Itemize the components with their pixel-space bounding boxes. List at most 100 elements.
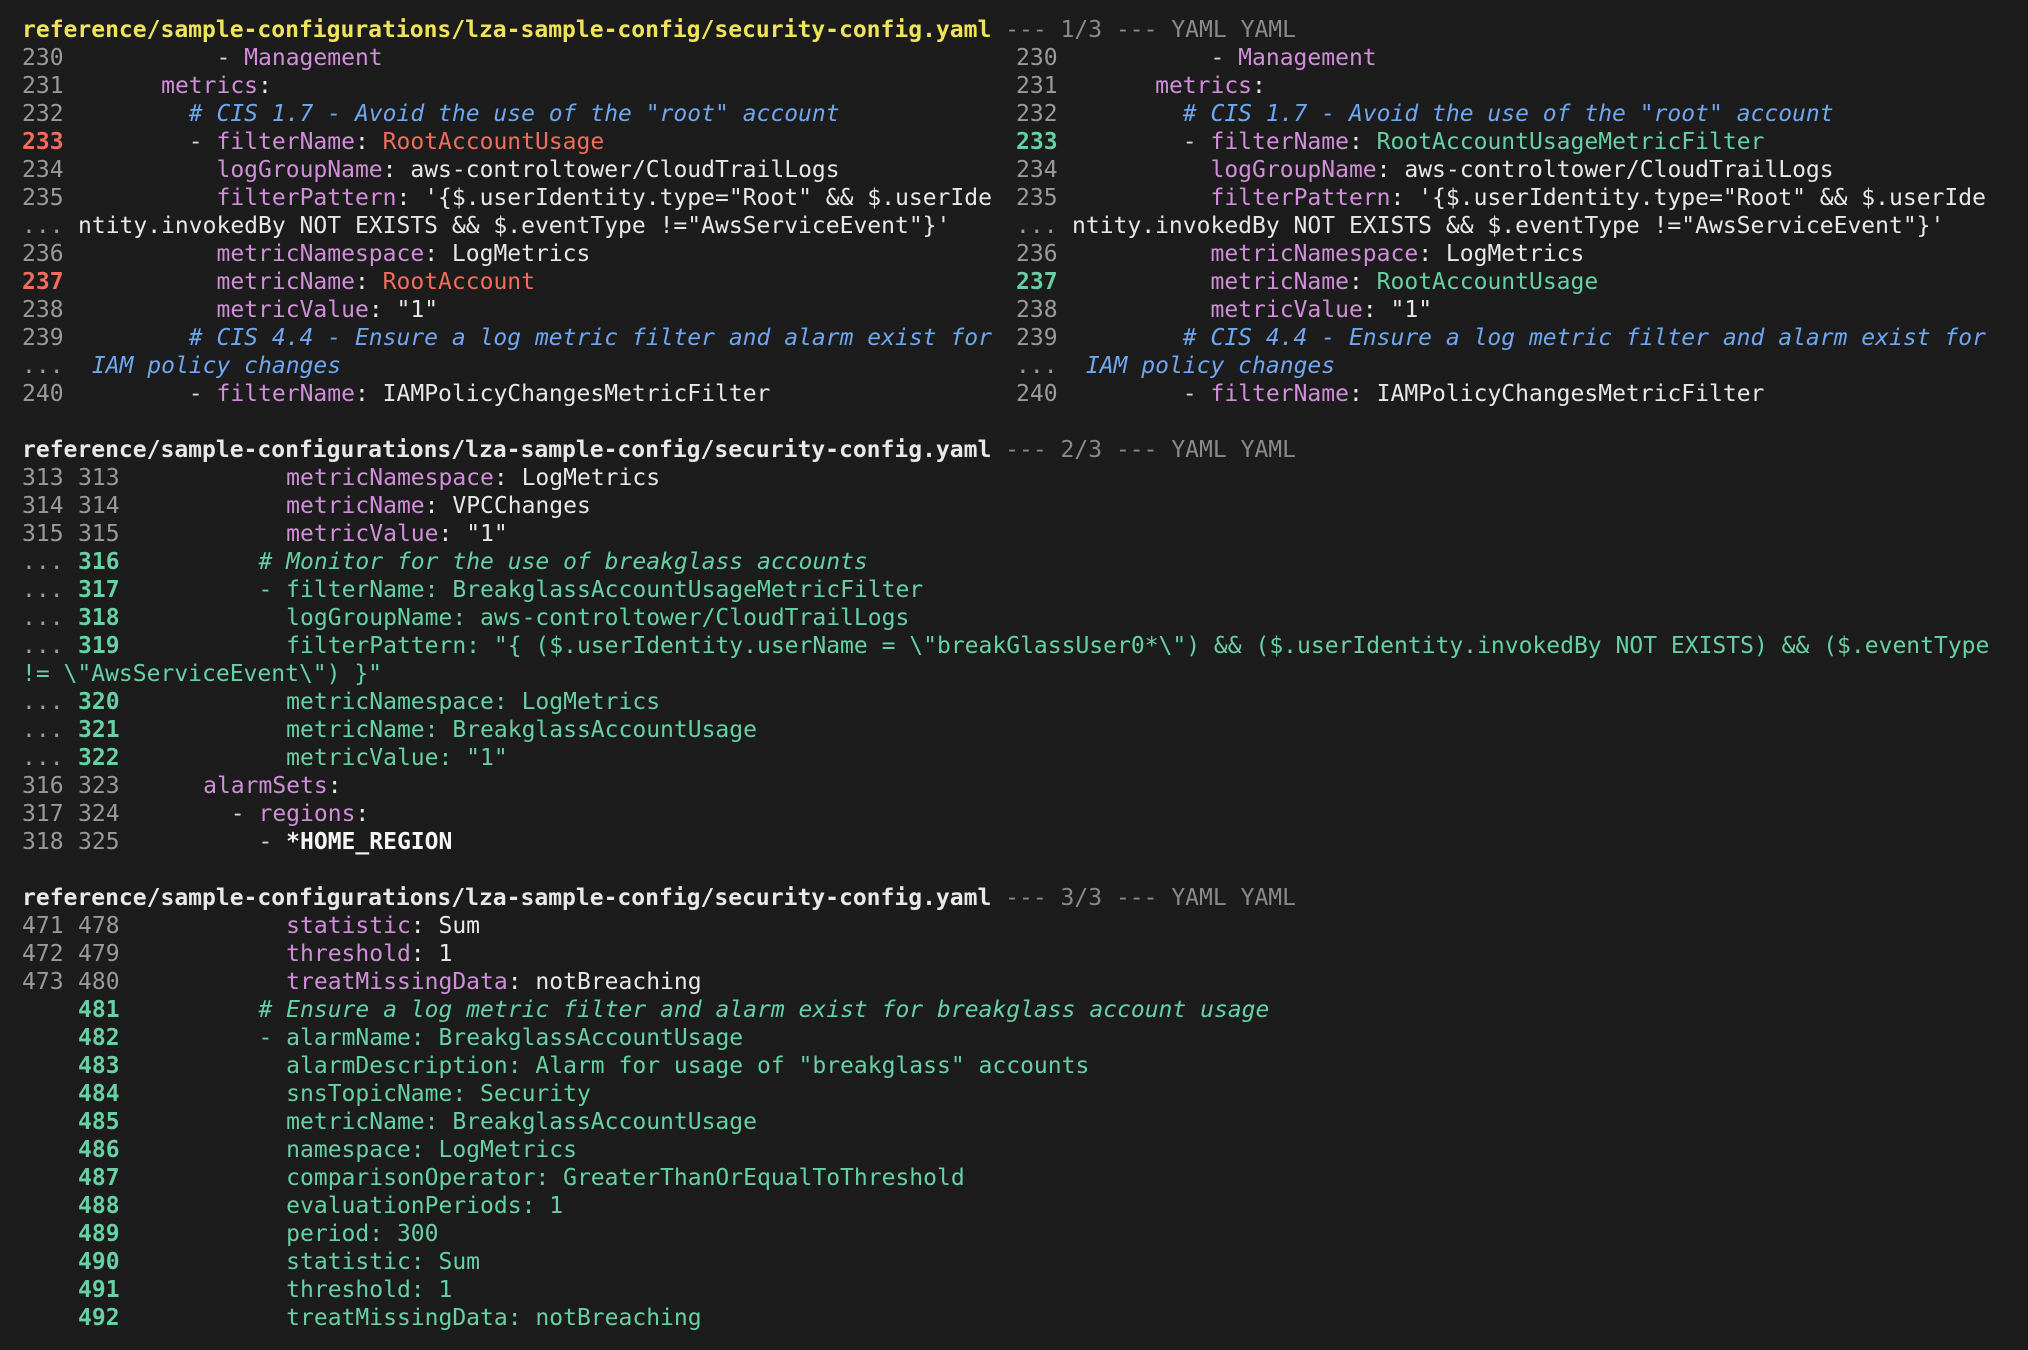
new-line-number: 324 (78, 801, 120, 827)
code-token: filterName (1210, 381, 1349, 407)
right-diff-line: 240 - filterName: IAMPolicyChangesMetric… (1016, 380, 1764, 408)
line-number: 232 (1016, 101, 1058, 127)
old-line-number: ... (22, 577, 64, 603)
right-diff-line: 231 metrics: (1016, 72, 1266, 100)
new-line-number: 490 (78, 1249, 120, 1275)
right-diff-line: ... ntity.invokedBy NOT EXISTS && $.event… (1016, 212, 1944, 240)
code-token: snsTopicName: Security (286, 1081, 591, 1107)
diff-line: 481 # Ensure a log metric filter and ala… (22, 996, 1269, 1024)
new-line-number: 482 (78, 1025, 120, 1051)
code-token: - (78, 45, 245, 71)
left-diff-line: 235 filterPattern: '{$.userIdentity.type… (22, 184, 992, 212)
code-token: : aws-controltower/CloudTrailLogs (382, 157, 840, 183)
code-token: : "1" (1362, 297, 1433, 323)
code-token: metricNamespace: LogMetrics (286, 689, 661, 715)
code-token: : (1348, 269, 1377, 295)
diff-line: 488 evaluationPeriods: 1 (22, 1192, 563, 1220)
line-number: 236 (1016, 241, 1058, 267)
code-token: IAM policy changes (1085, 353, 1336, 379)
right-diff-line: 239 # CIS 4.4 - Ensure a log metric filt… (1016, 324, 1986, 352)
left-diff-line: 237 metricName: RootAccount (22, 268, 535, 296)
code-token: metricName (216, 269, 355, 295)
code-token: : '{$.userIdentity.type="Root" && $.user… (1390, 185, 1986, 211)
code-token: filterPattern (1210, 185, 1391, 211)
code-token: - alarmName: BreakglassAccountUsage (258, 1025, 744, 1051)
diff-line: 313 313 metricNamespace: LogMetrics (22, 464, 660, 492)
file-path: reference/sample-configurations/lza-samp… (22, 17, 992, 43)
code-token: metricName (1210, 269, 1349, 295)
line-number: 232 (22, 101, 64, 127)
new-line-number: 481 (78, 997, 120, 1023)
code-token: metrics (1155, 73, 1253, 99)
left-diff-line: 232 # CIS 1.7 - Avoid the use of the "ro… (22, 100, 840, 128)
new-line-number: 325 (78, 829, 120, 855)
code-token: regions (258, 801, 356, 827)
diff-line: 486 namespace: LogMetrics (22, 1136, 577, 1164)
new-line-number: 484 (78, 1081, 120, 1107)
diff-line: 317 324 - regions: (22, 800, 369, 828)
line-number: 234 (22, 157, 64, 183)
code-token: : IAMPolicyChangesMetricFilter (1348, 381, 1765, 407)
code-token: # CIS 1.7 - Avoid the use of the "root" … (1182, 101, 1834, 127)
code-token: : (258, 73, 272, 99)
code-token: metrics (161, 73, 259, 99)
line-number: 231 (1016, 73, 1058, 99)
code-token: metricValue (1210, 297, 1363, 323)
line-number: 233 (22, 129, 64, 155)
line-number: ... (22, 353, 64, 379)
line-number: 240 (1016, 381, 1058, 407)
left-diff-line: 236 metricNamespace: LogMetrics (22, 240, 590, 268)
code-token: ntity.invokedBy NOT EXISTS && $.eventTyp… (1072, 213, 1945, 239)
new-line-number: 314 (78, 493, 120, 519)
old-line-number: ... (22, 549, 64, 575)
code-token: metricName (286, 493, 425, 519)
code-token: - (78, 129, 217, 155)
code-token: - (1072, 129, 1211, 155)
line-number: 235 (22, 185, 64, 211)
line-number: 233 (1016, 129, 1058, 155)
line-number: 237 (1016, 269, 1058, 295)
new-line-number: 488 (78, 1193, 120, 1219)
right-diff-line: 230 - Management (1016, 44, 1377, 72)
left-diff-line: 231 metrics: (22, 72, 272, 100)
line-number: 237 (22, 269, 64, 295)
line-number: 239 (22, 325, 64, 351)
line-number: 236 (22, 241, 64, 267)
old-line-number: 317 (22, 801, 64, 827)
hunk-header: reference/sample-configurations/lza-samp… (22, 436, 1296, 464)
code-token: metricNamespace (1210, 241, 1419, 267)
code-token: : aws-controltower/CloudTrailLogs (1376, 157, 1834, 183)
code-token: - (1072, 381, 1211, 407)
diff-line: ... 319 filterPattern: "{ ($.userIdentity… (22, 632, 1989, 660)
line-number: 238 (1016, 297, 1058, 323)
code-token: - filterName: BreakglassAccountUsageMetr… (258, 577, 924, 603)
code-token: namespace: LogMetrics (286, 1137, 577, 1163)
code-token: # CIS 4.4 - Ensure a log metric filter a… (188, 325, 992, 351)
old-line-number: 473 (22, 969, 64, 995)
code-token: : notBreaching (507, 969, 702, 995)
code-token: : "1" (438, 521, 508, 547)
diff-line: 485 metricName: BreakglassAccountUsage (22, 1108, 757, 1136)
code-token: # Monitor for the use of breakglass acco… (258, 549, 868, 575)
new-line-number: 491 (78, 1277, 120, 1303)
